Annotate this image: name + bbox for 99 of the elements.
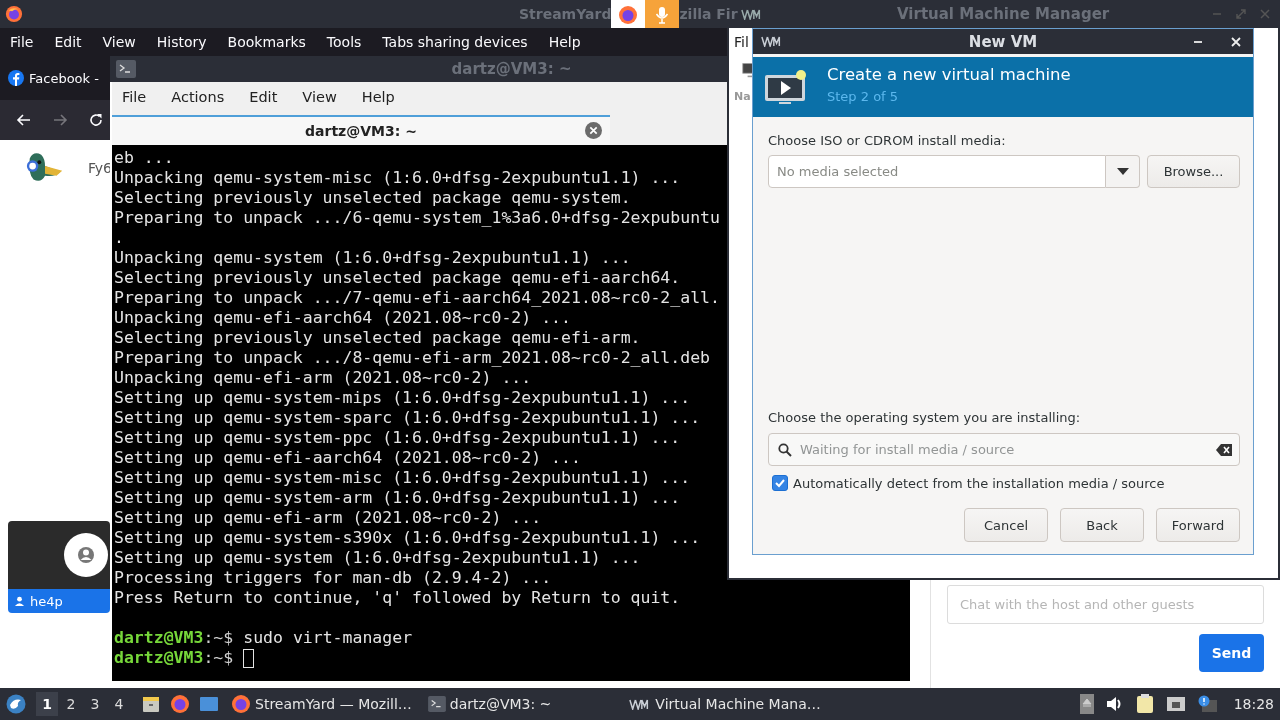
firefox-icon[interactable] xyxy=(170,694,190,714)
terminal-line: Unpacking qemu-system-misc (1:6.0+dfsg-2expubuntu1.1) ... xyxy=(114,168,681,188)
network-icon[interactable] xyxy=(1165,696,1186,712)
firefox-icon xyxy=(5,5,23,23)
window-title: StreamYard xyxy=(519,6,612,22)
menu-item[interactable]: Actions xyxy=(171,89,225,105)
terminal-line: Setting up qemu-efi-arm (2021.08~rc0-2) ... xyxy=(114,508,542,528)
terminal-line: Selecting previously unselected package qemu-efi-arm. xyxy=(114,328,641,348)
media-field[interactable]: No media selected xyxy=(768,155,1106,188)
bird-logo-icon[interactable] xyxy=(6,694,26,714)
dialog-heading: Create a new virtual machine xyxy=(827,64,1071,84)
dialog-button[interactable]: Forward xyxy=(1156,508,1240,542)
search-icon xyxy=(778,443,792,457)
field-label: Choose ISO or CDROM install media: xyxy=(768,133,1007,148)
terminal-line: Unpacking qemu-efi-aarch64 (2021.08~rc0-2) ... xyxy=(114,308,571,328)
window-title: zilla Fir xyxy=(679,6,738,22)
vm-logo-icon xyxy=(761,36,783,47)
menu-item[interactable]: View xyxy=(302,89,337,105)
clipboard-icon[interactable] xyxy=(1135,694,1154,714)
person-icon xyxy=(14,595,25,607)
send-button[interactable]: Send xyxy=(1199,634,1264,672)
menu-item[interactable]: Tabs sharing devices xyxy=(382,34,528,50)
reload-icon[interactable] xyxy=(88,112,104,128)
window-title: New VM xyxy=(968,32,1038,51)
forward-icon[interactable] xyxy=(52,112,68,128)
terminal-line: Setting up qemu-system-s390x (1:6.0+dfsg-2expubuntu1.1) ... xyxy=(114,528,701,548)
browser-tab[interactable]: Facebook - xyxy=(0,70,99,86)
window-title: Virtual Machine Manager xyxy=(897,5,1110,23)
terminal-line: Setting up qemu-system-arm (1:6.0+dfsg-2expubuntu1.1) ... xyxy=(114,488,681,508)
menu-item[interactable]: Edit xyxy=(249,89,278,105)
field-label: Choose the operating system you are installing: xyxy=(768,410,1082,425)
terminal-line: Processing triggers for man-db (2.9.4-2) ... xyxy=(114,568,552,588)
step-indicator: Step 2 of 5 xyxy=(827,88,900,104)
menu-item[interactable]: History xyxy=(156,34,207,50)
eject-icon[interactable] xyxy=(1079,694,1094,714)
terminal-line: Unpacking qemu-system (1:6.0+dfsg-2expubuntu1.1) ... xyxy=(114,248,631,268)
column-header: Na xyxy=(734,90,751,103)
terminal-line: Preparing to unpack .../7-qemu-efi-aarch64_2021.08~rc0-2_all. xyxy=(114,288,720,308)
terminal-line: Setting up qemu-system (1:6.0+dfsg-2expubuntu1.1) ... xyxy=(114,548,641,568)
terminal-line: Setting up qemu-system-misc (1:6.0+dfsg-2expubuntu1.1) ... xyxy=(114,468,691,488)
terminal-line: Press Return to continue, 'q' followed by Return to quit. xyxy=(114,588,681,608)
terminal-line: eb ... xyxy=(114,148,174,168)
terminal-line: Setting up qemu-system-sparc (1:6.0+dfsg-2expubuntu1.1) ... xyxy=(114,408,701,428)
menu-item[interactable]: View xyxy=(102,34,136,50)
checkbox[interactable] xyxy=(772,475,788,491)
chat-input-field[interactable]: Chat with the host and other guests xyxy=(947,585,1264,624)
menu-item[interactable]: Tools xyxy=(326,34,362,50)
terminal-line: Setting up qemu-efi-aarch64 (2021.08~rc0-2) ... xyxy=(114,448,581,468)
vm-logo-icon xyxy=(741,8,763,20)
checkbox-label: Automatically detect from the installation media / source xyxy=(793,475,1165,491)
workspace-button[interactable]: 2 xyxy=(60,692,82,716)
back-icon[interactable] xyxy=(16,112,32,128)
prompt-line: dartz@VM3:~$ sudo virt-manager xyxy=(114,628,413,648)
browse-button[interactable]: Browse... xyxy=(1147,155,1240,188)
clear-icon[interactable] xyxy=(1216,444,1232,456)
monitor-play-icon xyxy=(763,67,809,107)
menu-item[interactable]: File xyxy=(122,89,147,105)
terminal-line: . xyxy=(114,228,124,248)
sharing-indicator[interactable] xyxy=(611,0,680,30)
terminal-tab[interactable]: dartz@VM3: ~ xyxy=(112,115,610,145)
dialog-button[interactable]: Back xyxy=(1060,508,1144,542)
file-cabinet-icon[interactable] xyxy=(141,694,161,714)
notification-icon[interactable] xyxy=(1197,695,1218,713)
menu-item[interactable]: Help xyxy=(548,34,581,50)
close-icon[interactable] xyxy=(585,122,602,139)
taskbar-task[interactable]: Virtual Machine Mana… xyxy=(629,696,821,712)
terminal-line: Preparing to unpack .../8-qemu-efi-arm_2021.08~rc0-2_all.deb xyxy=(114,348,711,368)
os-search-field[interactable]: Waiting for install media / source xyxy=(768,433,1240,466)
terminal-line: Setting up qemu-system-ppc (1:6.0+dfsg-2expubuntu1.1) ... xyxy=(114,428,681,448)
workspace-button[interactable]: 3 xyxy=(84,692,106,716)
facebook-icon xyxy=(8,70,24,86)
firefox-icon xyxy=(231,694,251,714)
prompt-line: dartz@VM3:~$ xyxy=(114,648,234,668)
terminal-line: Setting up qemu-system-mips (1:6.0+dfsg-2expubuntu1.1) ... xyxy=(114,388,691,408)
taskbar-task[interactable]: dartz@VM3: ~ xyxy=(427,696,552,712)
terminal-line: Preparing to unpack .../6-qemu-system_1%3a6.0+dfsg-2expubuntu xyxy=(114,208,720,228)
dropdown-button[interactable] xyxy=(1106,155,1140,188)
menu-item[interactable]: File xyxy=(10,34,34,50)
workspace-button[interactable]: 1 xyxy=(36,692,58,716)
terminal-line: Unpacking qemu-efi-arm (2021.08~rc0-2) ... xyxy=(114,368,532,388)
menu-item[interactable]: Edit xyxy=(54,34,82,50)
terminal-line: Selecting previously unselected package qemu-system. xyxy=(114,188,631,208)
avatar-icon xyxy=(64,533,108,577)
window-title: dartz@VM3: ~ xyxy=(451,60,572,78)
tab-title: Facebook - xyxy=(29,70,99,86)
terminal-icon xyxy=(116,60,136,78)
menu-item[interactable]: Bookmarks xyxy=(227,34,306,50)
terminal-line: Selecting previously unselected package qemu-efi-aarch64. xyxy=(114,268,681,288)
menu-item[interactable]: Help xyxy=(361,89,395,105)
menu-item[interactable]: Fil xyxy=(734,34,749,50)
workspace-button[interactable]: 4 xyxy=(108,692,130,716)
caret-icon xyxy=(1116,168,1129,175)
page-heading: Fy6 xyxy=(88,160,112,176)
taskbar-task[interactable]: StreamYard — Mozill… xyxy=(231,694,412,714)
terminal-icon xyxy=(427,696,446,712)
dialog-button[interactable]: Cancel xyxy=(964,508,1048,542)
participant-name: he4p xyxy=(30,593,63,609)
clock: 18:28 xyxy=(1233,696,1274,712)
window-icon[interactable] xyxy=(199,694,219,714)
